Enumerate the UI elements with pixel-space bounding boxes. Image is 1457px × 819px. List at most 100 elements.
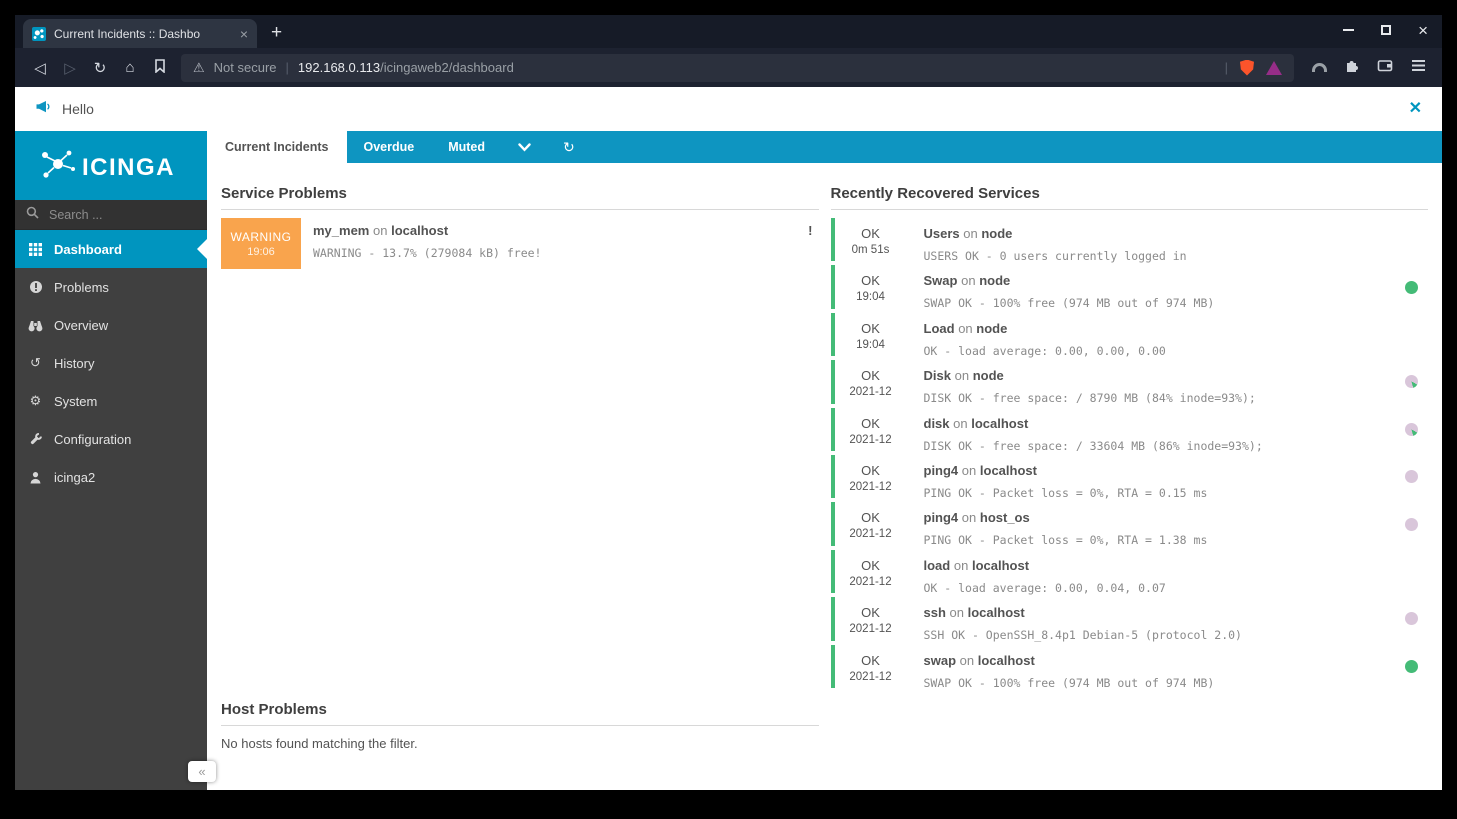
sidebar-item-history[interactable]: ↺ History	[15, 344, 207, 382]
perfdata-pie-icon	[1405, 660, 1418, 673]
host-name[interactable]: localhost	[972, 558, 1029, 573]
host-name[interactable]: host_os	[980, 510, 1030, 525]
host-name[interactable]: node	[973, 368, 1004, 383]
tab-muted[interactable]: Muted	[431, 140, 502, 154]
tab-overdue[interactable]: Overdue	[347, 140, 432, 154]
not-secure-warning-icon: ⚠	[193, 60, 205, 76]
ok-state-bar	[831, 313, 835, 356]
main-content: Current Incidents Overdue Muted ↻	[207, 131, 1442, 790]
state-column: OK 2021-12	[836, 360, 906, 403]
host-name[interactable]: localhost	[971, 416, 1028, 431]
browser-tab-title: Current Incidents :: Dashbo	[54, 27, 232, 41]
browser-tab[interactable]: Current Incidents :: Dashbo ×	[23, 19, 257, 48]
state-time: 19:04	[836, 339, 906, 351]
icinga-logo[interactable]: ICINGA	[15, 131, 207, 200]
list-item[interactable]: OK 2021-12 ping4 on host_os PING OK - Pa…	[831, 502, 1429, 545]
back-icon[interactable]: ◁	[25, 59, 55, 77]
window-close-button[interactable]: ×	[1418, 22, 1428, 39]
list-item[interactable]: OK 0m 51s Users on node USERS OK - 0 use…	[831, 218, 1429, 261]
host-name[interactable]: node	[981, 226, 1012, 241]
menu-hamburger-icon[interactable]	[1411, 59, 1426, 77]
host-problems-title: Host Problems	[221, 701, 819, 726]
service-problem-row[interactable]: WARNING 19:06 my_mem on localhost	[221, 218, 819, 269]
plugin-output: DISK OK - free space: / 33604 MB (86% in…	[924, 439, 1395, 453]
perfdata-pie-icon	[1405, 375, 1418, 388]
perfdata-cell	[1394, 360, 1428, 403]
url-divider: |	[286, 60, 289, 75]
sidebar-item-system[interactable]: ⚙ System	[15, 382, 207, 420]
new-tab-button[interactable]: +	[271, 22, 282, 44]
list-item[interactable]: OK 19:04 Load on node OK - load average:…	[831, 313, 1429, 356]
sidebar-collapse-button[interactable]: «	[188, 761, 216, 782]
on-label: on	[950, 605, 964, 620]
sidebar-item-overview[interactable]: Overview	[15, 306, 207, 344]
sidebar-item-dashboard[interactable]: Dashboard	[15, 230, 207, 268]
home-icon[interactable]: ⌂	[115, 59, 145, 76]
wallet-icon[interactable]	[1377, 58, 1394, 78]
service-name[interactable]: Users	[924, 226, 960, 241]
service-name[interactable]: ping4	[924, 510, 959, 525]
state-label: OK	[836, 653, 906, 668]
state-time: 2021-12	[836, 434, 906, 446]
service-name[interactable]: ping4	[924, 463, 959, 478]
search-input[interactable]	[47, 207, 177, 223]
host-name[interactable]: localhost	[978, 653, 1035, 668]
service-name[interactable]: my_mem	[313, 223, 369, 238]
service-title: ping4 on host_os	[924, 510, 1395, 525]
warning-state-badge: WARNING 19:06	[221, 218, 301, 269]
on-label: on	[953, 416, 967, 431]
service-name[interactable]: Load	[924, 321, 955, 336]
tab-close-icon[interactable]: ×	[240, 27, 248, 41]
host-name[interactable]: localhost	[980, 463, 1037, 478]
sidebar-search	[15, 200, 207, 230]
sidebar-item-configuration[interactable]: Configuration	[15, 420, 207, 458]
address-bar[interactable]: ⚠ Not secure | 192.168.0.113/icingaweb2/…	[181, 54, 1294, 82]
announcement-close-icon[interactable]: ✕	[1409, 101, 1422, 117]
vpn-icon[interactable]	[1312, 63, 1327, 72]
sidebar-item-problems[interactable]: Problems	[15, 268, 207, 306]
service-name[interactable]: Swap	[924, 273, 958, 288]
perfdata-cell	[1394, 408, 1428, 451]
content-tabbar: Current Incidents Overdue Muted ↻	[207, 131, 1442, 163]
service-name[interactable]: disk	[924, 416, 950, 431]
list-item[interactable]: OK 2021-12 ssh on localhost SSH OK - Ope…	[831, 597, 1429, 640]
host-name[interactable]: node	[976, 321, 1007, 336]
list-item[interactable]: OK 2021-12 load on localhost OK - load a…	[831, 550, 1429, 593]
ok-state-bar	[831, 455, 835, 498]
plugin-output: DISK OK - free space: / 8790 MB (84% ino…	[924, 391, 1395, 405]
minimize-button[interactable]	[1343, 29, 1354, 31]
list-item[interactable]: OK 2021-12 Disk on node DISK OK - free s…	[831, 360, 1429, 403]
list-item[interactable]: OK 19:04 Swap on node SWAP OK - 100% fre…	[831, 265, 1429, 308]
forward-icon[interactable]: ▷	[55, 59, 85, 77]
service-title: ping4 on localhost	[924, 463, 1395, 478]
sidebar-item-user-icinga2[interactable]: icinga2	[15, 458, 207, 496]
url-path: /icingaweb2/dashboard	[380, 60, 514, 75]
host-name[interactable]: localhost	[391, 223, 448, 238]
tab-current-incidents[interactable]: Current Incidents	[207, 131, 347, 163]
sidebar-item-label: System	[54, 394, 97, 409]
state-label: OK	[836, 226, 906, 241]
list-item[interactable]: OK 2021-12 ping4 on localhost PING OK - …	[831, 455, 1429, 498]
ok-state-bar	[831, 408, 835, 451]
sidebar-nav: Dashboard Problems Overview	[15, 230, 207, 496]
service-title: ssh on localhost	[924, 605, 1395, 620]
refresh-icon[interactable]: ↻	[547, 139, 591, 156]
list-item[interactable]: OK 2021-12 swap on localhost SWAP OK - 1…	[831, 645, 1429, 688]
service-name[interactable]: load	[924, 558, 951, 573]
bookmark-icon[interactable]	[145, 59, 175, 77]
maximize-button[interactable]	[1381, 25, 1391, 35]
host-name[interactable]: localhost	[968, 605, 1025, 620]
service-name[interactable]: ssh	[924, 605, 946, 620]
service-name[interactable]: Disk	[924, 368, 951, 383]
host-problems-empty-text: No hosts found matching the filter.	[221, 736, 819, 751]
chevron-down-icon[interactable]	[502, 143, 547, 152]
list-item[interactable]: OK 2021-12 disk on localhost DISK OK - f…	[831, 408, 1429, 451]
reload-icon[interactable]: ↻	[85, 59, 115, 77]
bat-rewards-icon[interactable]	[1266, 61, 1282, 75]
perfdata-cell	[1394, 645, 1428, 688]
brave-shield-icon[interactable]	[1240, 60, 1254, 76]
host-name[interactable]: node	[979, 273, 1010, 288]
urlbar-right-divider: |	[1225, 60, 1228, 75]
extensions-puzzle-icon[interactable]	[1344, 57, 1360, 78]
service-name[interactable]: swap	[924, 653, 957, 668]
